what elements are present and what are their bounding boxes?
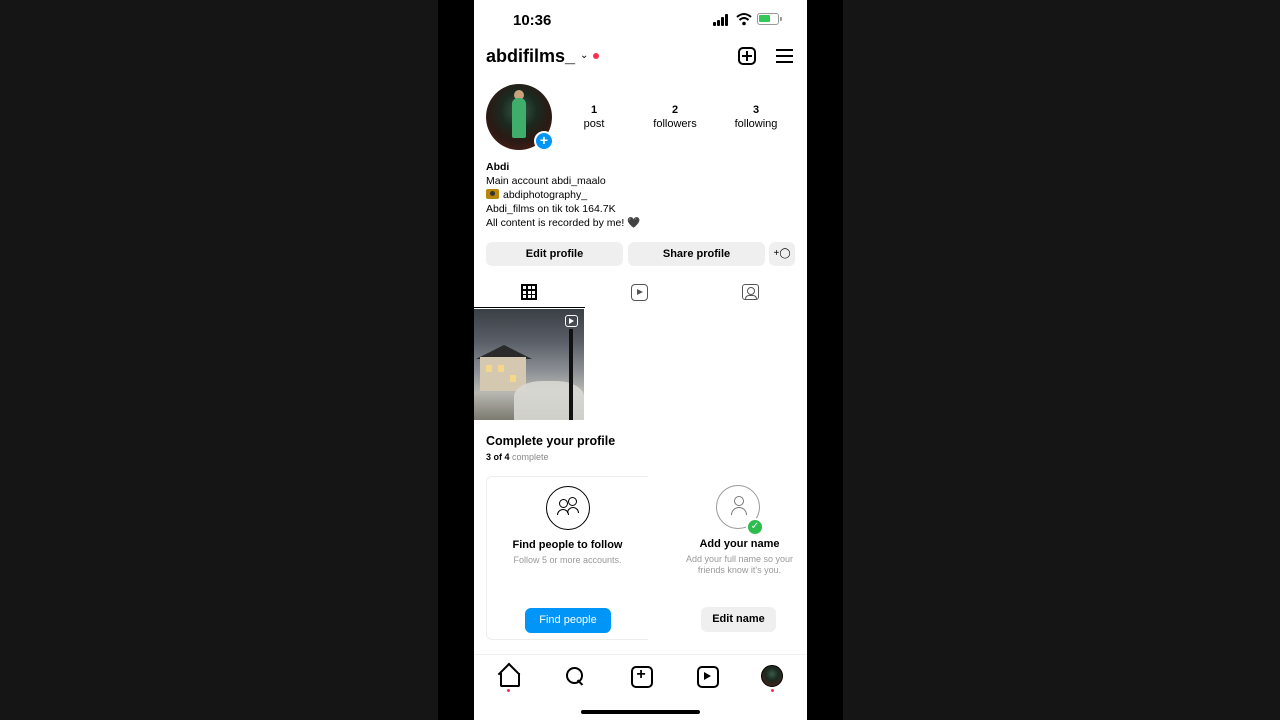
status-bar: 10:36 (474, 0, 807, 40)
signal-icon (713, 14, 731, 26)
battery-icon (757, 13, 779, 25)
bio: Abdi Main account abdi_maalo abdiphotogr… (486, 160, 796, 230)
stat-following-value: 3 (752, 104, 760, 116)
username[interactable]: abdifilms_ (486, 46, 575, 67)
post-thumbnail[interactable] (474, 309, 584, 420)
profile-avatar-icon[interactable] (761, 665, 783, 687)
bio-line-4-text: All content is recorded by me! (486, 217, 625, 229)
edit-profile-button[interactable]: Edit profile (486, 242, 623, 266)
status-time: 10:36 (513, 12, 552, 29)
stat-posts-label: post (583, 118, 605, 130)
profile-screen: 10:36 abdifilms_ ⌄ + 1 post 2 followers (474, 0, 807, 720)
battery-cap (780, 17, 782, 21)
tab-grid-icon[interactable] (521, 284, 537, 300)
left-letterbox (438, 0, 474, 720)
bio-line-2: abdiphotography_ (486, 188, 796, 202)
card-description: Follow 5 or more accounts. (513, 555, 622, 565)
stat-followers-value: 2 (671, 104, 679, 116)
bio-line-2-text: abdiphotography_ (503, 189, 588, 201)
bio-line-3: Abdi_films on tik tok 164.7K (486, 203, 616, 215)
discover-people-icon[interactable]: +◯ (769, 242, 795, 266)
right-letterbox (807, 0, 843, 720)
complete-profile-progress: 3 of 4 complete (486, 452, 549, 462)
stat-following[interactable]: 3 following (726, 103, 786, 131)
profile-tabs (474, 280, 807, 308)
create-icon[interactable] (630, 665, 653, 688)
notification-dot (593, 53, 599, 59)
tab-reels-icon[interactable] (631, 284, 648, 301)
card-description: Add your full name so your friends know … (685, 554, 794, 575)
wifi-icon (736, 13, 752, 26)
reel-badge-icon (565, 315, 578, 327)
profile-badge-dot (771, 689, 774, 692)
create-post-icon[interactable] (738, 47, 756, 65)
stat-followers-label: followers (653, 118, 697, 130)
bio-line-4: All content is recorded by me! 🖤 (486, 216, 796, 230)
find-people-button[interactable]: Find people (525, 608, 611, 633)
people-icon (557, 497, 579, 515)
left-margin (0, 0, 438, 720)
stat-posts-value: 1 (590, 104, 598, 116)
card-title: Add your name (699, 538, 780, 550)
complete-profile-title: Complete your profile (486, 434, 616, 448)
reels-icon[interactable] (696, 665, 719, 688)
card-find-people: Find people to follow Follow 5 or more a… (486, 476, 648, 640)
right-margin (843, 0, 1280, 720)
search-icon[interactable] (564, 665, 586, 687)
bio-line-1: Main account abdi_maalo (486, 175, 606, 187)
check-icon: ✓ (746, 518, 764, 536)
card-icon-circle (546, 486, 590, 530)
card-title: Find people to follow (512, 539, 623, 551)
menu-icon[interactable] (776, 49, 793, 63)
share-profile-button[interactable]: Share profile (628, 242, 765, 266)
heart-icon: 🖤 (627, 217, 641, 229)
stat-posts[interactable]: 1 post (569, 103, 619, 131)
edit-name-button[interactable]: Edit name (701, 607, 776, 632)
home-badge-dot (507, 689, 510, 692)
stat-following-label: following (734, 118, 778, 130)
stat-followers[interactable]: 2 followers (645, 103, 705, 131)
profile-header: abdifilms_ ⌄ (474, 40, 807, 74)
progress-suffix: complete (512, 452, 549, 462)
avatar[interactable]: + (486, 84, 554, 151)
chevron-down-icon[interactable]: ⌄ (580, 50, 588, 61)
tab-tagged-icon[interactable] (742, 284, 759, 300)
home-icon[interactable] (498, 665, 520, 687)
tab-active-indicator (474, 307, 585, 308)
person-icon (731, 496, 747, 516)
camera-icon (486, 189, 499, 199)
progress-count: 3 of 4 (486, 452, 510, 462)
card-add-name: ✓ Add your name Add your full name so yo… (672, 476, 807, 640)
display-name: Abdi (486, 161, 510, 173)
home-indicator (581, 710, 700, 714)
add-story-icon[interactable]: + (534, 131, 554, 151)
